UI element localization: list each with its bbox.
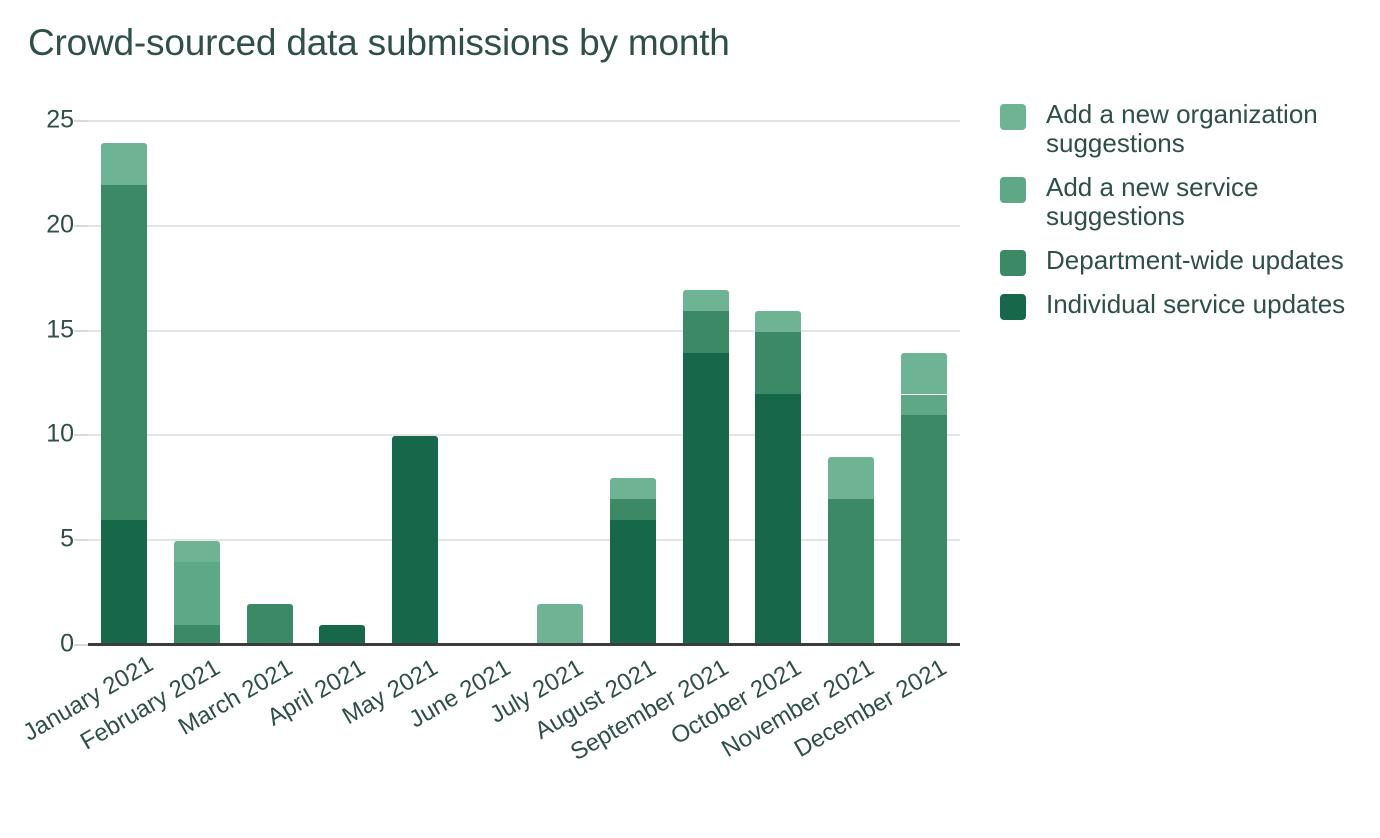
legend-item-label: Department-wide updates (1046, 244, 1344, 275)
legend-item[interactable]: Individual service updates (1000, 288, 1370, 320)
legend-item[interactable]: Add a new service suggestions (1000, 171, 1370, 232)
legend-color-swatch (1000, 249, 1026, 276)
chart-container: Crowd-sourced data submissions by month … (0, 0, 1380, 838)
legend-color-swatch (1000, 104, 1026, 130)
legend-color-swatch (1000, 293, 1026, 320)
legend-color-swatch (1000, 176, 1026, 203)
legend-item-label: Add a new organization suggestions (1046, 99, 1318, 159)
legend-item[interactable]: Department-wide updates (1000, 244, 1370, 276)
legend-item-label: Add a new service suggestions (1046, 171, 1259, 232)
chart-legend: Add a new organization suggestions Add a … (1000, 99, 1370, 334)
legend-item[interactable]: Add a new organization suggestions (1000, 99, 1370, 159)
legend-item-label: Individual service updates (1046, 288, 1346, 319)
